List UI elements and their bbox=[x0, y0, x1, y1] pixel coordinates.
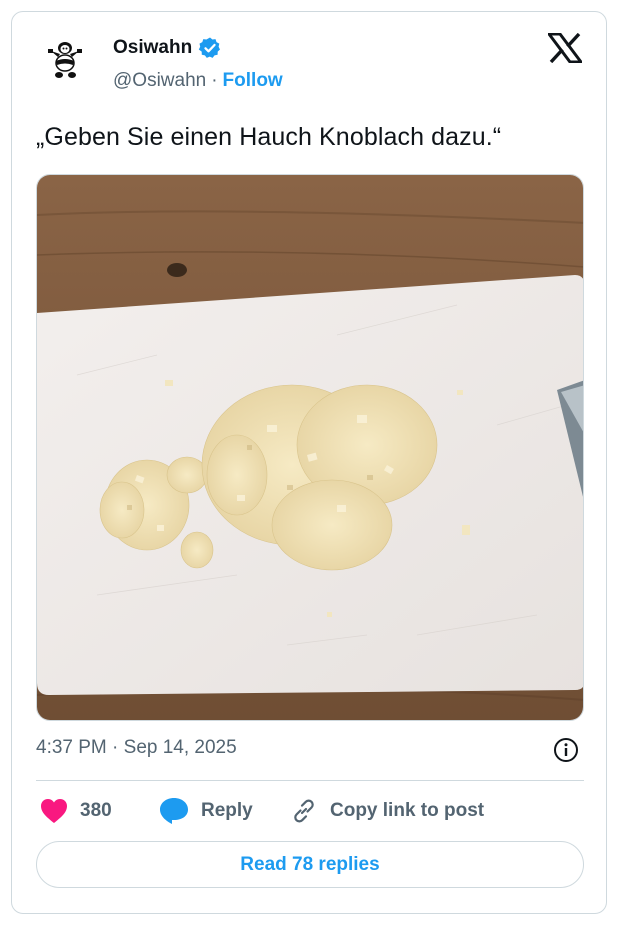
author-name[interactable]: Osiwahn bbox=[113, 37, 192, 59]
copy-link-button[interactable]: Copy link to post bbox=[290, 797, 484, 825]
handle-row: @Osiwahn · Follow bbox=[113, 70, 283, 92]
reply-label: Reply bbox=[201, 800, 253, 821]
action-bar: 380 Reply Copy link to post bbox=[36, 797, 584, 825]
author-handle[interactable]: @Osiwahn bbox=[113, 70, 206, 92]
tweet-timestamp[interactable]: 4:37 PM · Sep 14, 2025 bbox=[36, 737, 237, 759]
tweet-text: „Geben Sie einen Hauch Knoblach dazu.“ bbox=[36, 123, 502, 151]
read-replies-button[interactable]: Read 78 replies bbox=[36, 841, 584, 888]
reply-bubble-icon bbox=[160, 798, 188, 824]
like-count: 380 bbox=[80, 800, 112, 821]
photo-chopped-garlic-icon bbox=[37, 175, 583, 720]
copy-link-label: Copy link to post bbox=[330, 800, 485, 821]
verified-badge-icon bbox=[198, 37, 221, 58]
read-replies-label: Read 78 replies bbox=[240, 853, 380, 875]
divider bbox=[36, 780, 584, 781]
avatar[interactable] bbox=[41, 37, 89, 85]
heart-icon bbox=[41, 799, 67, 823]
reply-button[interactable]: Reply bbox=[159, 797, 253, 825]
like-button[interactable]: 380 bbox=[40, 797, 112, 825]
panda-avatar-icon bbox=[41, 37, 89, 85]
author-name-row: Osiwahn bbox=[113, 36, 222, 60]
tweet-photo[interactable] bbox=[36, 174, 584, 721]
link-icon bbox=[294, 799, 314, 823]
separator-dot: · bbox=[211, 70, 218, 91]
info-icon[interactable] bbox=[553, 737, 579, 763]
follow-button[interactable]: Follow bbox=[223, 70, 283, 92]
x-logo-icon[interactable] bbox=[548, 33, 582, 63]
